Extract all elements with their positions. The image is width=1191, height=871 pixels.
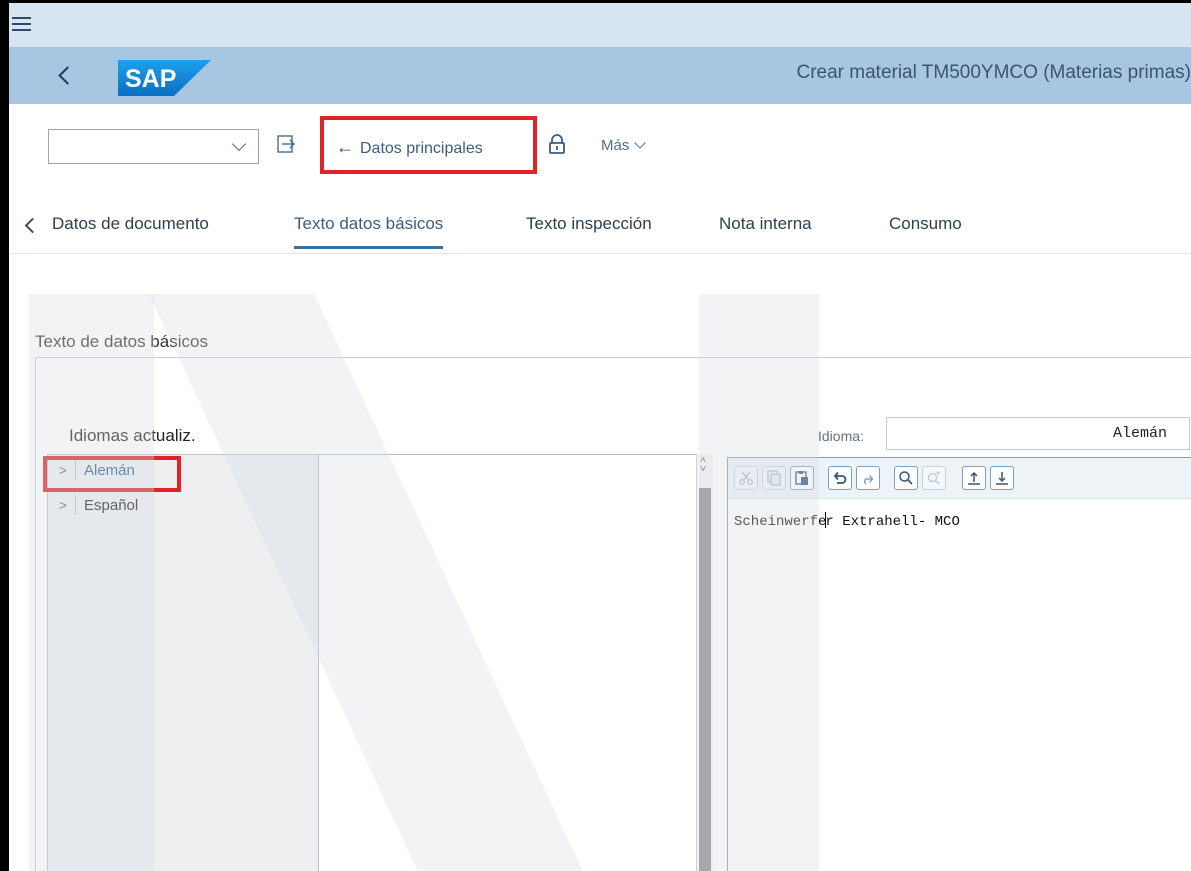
tab-texto-datos-basicos[interactable]: Texto datos básicos: [294, 214, 444, 249]
redo-icon[interactable]: [856, 466, 880, 490]
text-editor[interactable]: Scheinwerfer Extrahell- MCO: [727, 457, 1191, 871]
main-content: Texto de datos básicos Idiomas actualiz.…: [9, 254, 1191, 871]
left-arrow-icon: ←: [336, 137, 354, 157]
hamburger-menu-icon[interactable]: [12, 17, 31, 32]
main-data-button[interactable]: ← Datos principales: [320, 116, 537, 174]
tab-datos-de-documento[interactable]: Datos de documento: [52, 214, 209, 234]
editor-text-before-cursor: Scheinwerfe: [734, 514, 827, 530]
tab-scroll-left-icon[interactable]: [24, 217, 41, 234]
tab-consumo[interactable]: Consumo: [889, 214, 962, 234]
application-toolbar: ← Datos principales Más: [9, 104, 1191, 177]
lock-icon[interactable]: [549, 134, 565, 154]
tab-nota-interna[interactable]: Nota interna: [719, 214, 812, 234]
find-next-icon[interactable]: [922, 466, 946, 490]
sap-logo-text: SAP: [125, 65, 176, 93]
cut-icon[interactable]: [734, 466, 758, 490]
main-data-button-label: Datos principales: [360, 140, 483, 157]
tree-item-label: Español: [84, 496, 139, 514]
menu-bar: [9, 3, 1191, 47]
languages-label: Idiomas actualiz.: [69, 426, 196, 445]
language-tree: > Alemán > Español: [43, 454, 712, 871]
tab-bar: Datos de documento Texto datos básicos T…: [9, 176, 1191, 254]
search-icon[interactable]: [894, 466, 918, 490]
tree-scrollbar[interactable]: ˄ ˅: [696, 454, 713, 871]
download-icon[interactable]: [990, 466, 1014, 490]
editor-text[interactable]: Scheinwerfer Extrahell- MCO: [734, 512, 960, 530]
more-button-label: Más: [601, 137, 630, 154]
tab-texto-inspeccion[interactable]: Texto inspección: [526, 214, 652, 234]
more-button[interactable]: Más: [601, 137, 647, 154]
shell-bar: SAP Crear material TM500YMCO (Materias p…: [9, 47, 1191, 104]
idioma-label: Idioma:: [818, 428, 864, 444]
paste-icon[interactable]: [790, 466, 814, 490]
undo-icon[interactable]: [828, 466, 852, 490]
chevron-down-icon: [634, 137, 647, 149]
scrollbar-thumb[interactable]: [699, 488, 711, 871]
idioma-field: Alemán: [886, 417, 1190, 450]
upload-icon[interactable]: [962, 466, 986, 490]
exit-to-icon[interactable]: [277, 135, 296, 154]
editor-text-after-cursor: r Extrahell- MCO: [825, 514, 960, 530]
chevron-down-icon[interactable]: [231, 136, 247, 152]
tree-item-espanol[interactable]: > Español: [51, 495, 138, 521]
sap-window: SAP Crear material TM500YMCO (Materias p…: [0, 0, 1191, 871]
expand-chevron-icon[interactable]: >: [51, 495, 76, 515]
idioma-value: Alemán: [1112, 425, 1167, 442]
copy-icon[interactable]: [762, 466, 786, 490]
scroll-up-icon[interactable]: ˄ ˅: [700, 456, 706, 475]
highlight-box: [43, 456, 181, 492]
sap-logo: SAP: [118, 60, 211, 96]
window-title: Crear material TM500YMCO (Materias prima…: [796, 62, 1191, 83]
back-chevron-icon[interactable]: [58, 66, 77, 85]
editor-toolbar: [728, 458, 1191, 499]
command-field[interactable]: [48, 129, 259, 164]
section-title: Texto de datos básicos: [35, 332, 208, 351]
